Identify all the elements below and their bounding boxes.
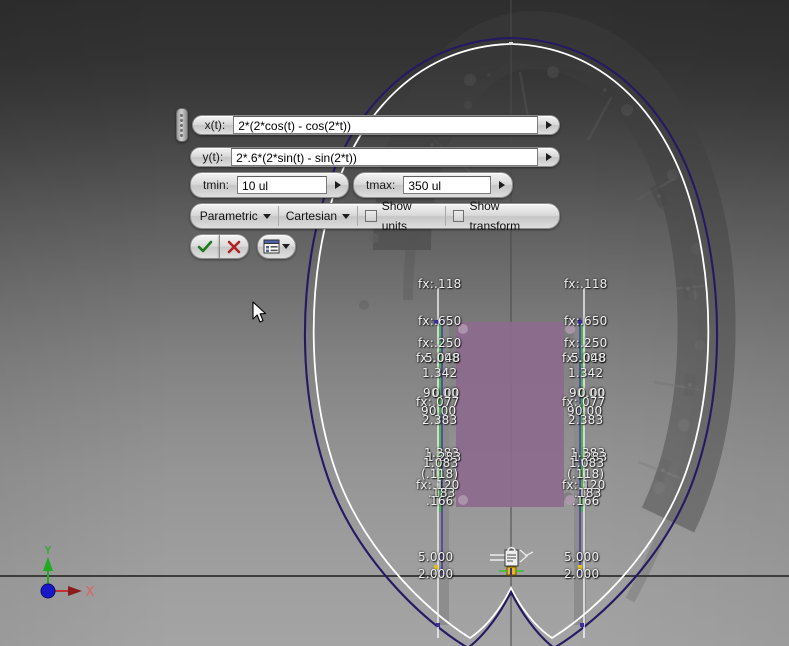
- dimension-label[interactable]: 2.000: [418, 568, 453, 580]
- equation-type-value: Parametric: [199, 209, 258, 223]
- triad-y-arrow: [43, 557, 53, 571]
- yt-expand-button[interactable]: [541, 147, 556, 167]
- xt-label: x(t):: [204, 118, 226, 132]
- cancel-x-icon: [227, 240, 241, 253]
- ok-button[interactable]: [190, 234, 219, 259]
- tmax-label: tmax:: [366, 178, 396, 192]
- mode-row: Parametric Cartesian Show units Show tra…: [176, 199, 560, 233]
- equation-type-dropdown[interactable]: Parametric: [193, 206, 279, 226]
- dimension-label[interactable]: fx:.250: [418, 337, 462, 349]
- show-transform-checkbox[interactable]: Show transform: [446, 199, 557, 233]
- xt-expand-button[interactable]: [541, 115, 556, 135]
- dimension-label[interactable]: .166: [572, 495, 600, 507]
- caret-down-icon: [262, 213, 271, 219]
- tmin-label: tmin:: [203, 178, 230, 192]
- cancel-button[interactable]: [219, 234, 249, 259]
- tmax-pill: tmax: 350 ul: [353, 172, 514, 198]
- dimension-label[interactable]: 2.383: [568, 414, 603, 426]
- dimension-label[interactable]: 1.342: [422, 367, 457, 379]
- show-transform-label: Show transform: [469, 199, 521, 233]
- dimension-label[interactable]: 5.048: [571, 352, 606, 364]
- dimension-label[interactable]: 5.000: [418, 551, 453, 563]
- t-range-row: tmin: 10 ul tmax: 350 ul: [176, 172, 560, 198]
- dimension-label[interactable]: 5.000: [564, 551, 599, 563]
- dimension-label[interactable]: fx:.650: [564, 315, 608, 327]
- dimension-label[interactable]: 5.048: [425, 352, 460, 364]
- coordinate-system-value: Cartesian: [285, 209, 338, 223]
- caret-down-icon: [342, 213, 351, 219]
- dimension-label[interactable]: fx:.118: [418, 278, 462, 290]
- sketch-geometry: [0, 0, 789, 646]
- dimension-label[interactable]: 1.342: [568, 367, 603, 379]
- triad-y-label: Y: [44, 545, 52, 557]
- mouse-arrow-cursor: [252, 301, 267, 323]
- dialog-actions-row: [176, 234, 560, 259]
- show-units-label: Show units: [381, 199, 412, 233]
- dimension-label[interactable]: fx:.250: [564, 337, 608, 349]
- accept-cancel-group: [190, 234, 249, 259]
- options-menu-button[interactable]: [257, 234, 296, 259]
- triad-x-arrow: [68, 586, 82, 596]
- sketch-region-fill: [456, 322, 564, 507]
- coordinate-system-dropdown[interactable]: Cartesian: [279, 206, 359, 226]
- tmin-input[interactable]: 10 ul: [237, 176, 328, 194]
- origin-triad: Y X: [40, 545, 95, 600]
- tmax-expand-button[interactable]: [494, 175, 509, 195]
- equation-curve-dialog[interactable]: x(t): 2*(2*cos(t) - cos(2*t)) y(t): 2*.6…: [176, 108, 560, 264]
- yt-row: y(t): 2*.6*(2*sin(t) - sin(2*t)): [176, 147, 560, 167]
- list-options-icon: [263, 239, 280, 254]
- checkbox-icon: [452, 210, 465, 222]
- xt-pill: x(t): 2*(2*cos(t) - cos(2*t)): [191, 115, 560, 135]
- dimension-label[interactable]: fx:.650: [418, 315, 462, 327]
- xt-row: x(t): 2*(2*cos(t) - cos(2*t)): [176, 108, 560, 142]
- dimension-label[interactable]: 2.000: [564, 568, 599, 580]
- tmin-pill: tmin: 10 ul: [190, 172, 350, 198]
- checkbox-icon: [365, 210, 377, 222]
- triad-x-label: X: [86, 585, 95, 600]
- grounded-origin-marker[interactable]: [489, 546, 535, 576]
- cad-viewport-stage: fx:.118 fx:.650 fx:.250 fx:.008 5.048 1.342 90…: [0, 0, 789, 646]
- show-units-checkbox[interactable]: Show units: [358, 199, 446, 233]
- dimension-label[interactable]: 2.383: [422, 414, 457, 426]
- ok-checkmark-icon: [197, 240, 213, 252]
- tmax-input[interactable]: 350 ul: [403, 176, 492, 194]
- mode-pill: Parametric Cartesian Show units Show tra…: [189, 199, 560, 233]
- triad-origin-point[interactable]: [40, 583, 56, 599]
- yt-label: y(t):: [202, 150, 224, 164]
- yt-pill: y(t): 2*.6*(2*sin(t) - sin(2*t)): [189, 147, 560, 167]
- caret-down-icon: [282, 244, 290, 249]
- dimension-label[interactable]: fx:.118: [564, 278, 608, 290]
- drag-grip-handle[interactable]: [176, 108, 188, 142]
- xt-input[interactable]: 2*(2*cos(t) - cos(2*t)): [233, 116, 538, 134]
- yt-input[interactable]: 2*.6*(2*sin(t) - sin(2*t)): [231, 148, 538, 166]
- tmin-expand-button[interactable]: [330, 175, 345, 195]
- dimension-label[interactable]: .166: [426, 495, 454, 507]
